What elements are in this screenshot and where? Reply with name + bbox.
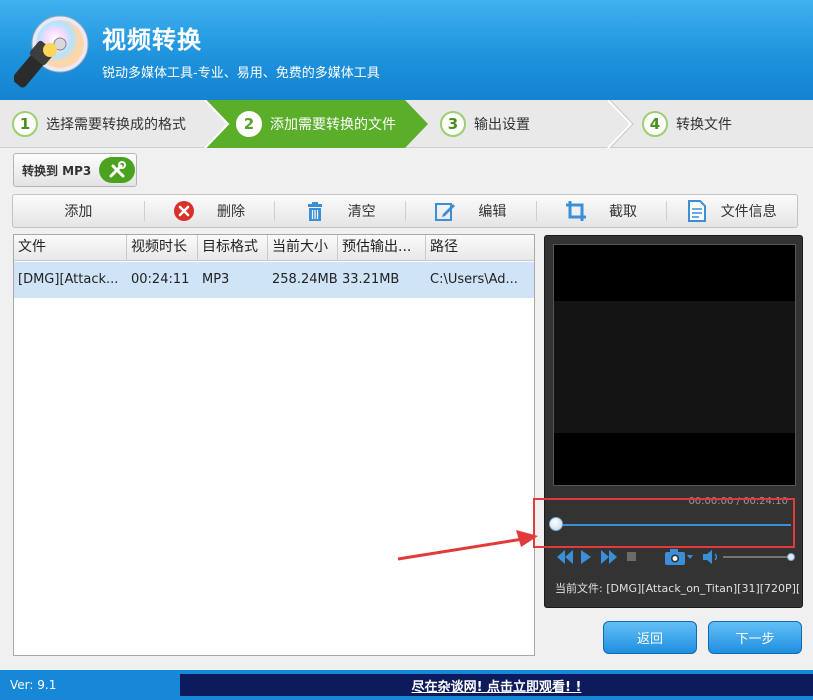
cell-path: C:\Users\Ad... bbox=[430, 272, 518, 287]
column-header[interactable]: 路径 bbox=[426, 235, 534, 260]
step-wizard: 1 选择需要转换成的格式 2 添加需要转换的文件 3 输出设置 4 转换文件 bbox=[0, 100, 813, 148]
current-file-label: 当前文件: bbox=[555, 582, 603, 595]
add-label: 添加 bbox=[64, 204, 93, 220]
add-button[interactable]: 添加 bbox=[13, 195, 144, 227]
volume-handle[interactable] bbox=[787, 553, 795, 561]
annotation-arrow-icon bbox=[397, 530, 538, 561]
crop-icon bbox=[565, 200, 587, 222]
playback-controls bbox=[555, 548, 795, 566]
version-label: Ver: 9.1 bbox=[10, 678, 57, 692]
app-logo-icon bbox=[14, 15, 89, 88]
video-preview-panel: 00:00:00 / 00:24:10 当前文件: [DMG][Attack_o… bbox=[544, 235, 803, 608]
edit-icon bbox=[434, 200, 456, 222]
clear-button[interactable]: 清空 bbox=[274, 195, 405, 227]
status-bar: Ver: 9.1 尽在杂谈网! 点击立即观看! ! bbox=[0, 670, 813, 700]
next-button[interactable]: 下一步 bbox=[708, 621, 802, 654]
ad-link[interactable]: 尽在杂谈网! 点击立即观看! ! bbox=[412, 676, 582, 695]
step-label: 选择需要转换成的格式 bbox=[46, 117, 186, 133]
annotation-highlight bbox=[533, 498, 795, 548]
convert-to-label: 转换到 MP3 bbox=[22, 163, 92, 178]
current-file-name: [DMG][Attack_on_Titan][31][720P][GB bbox=[606, 582, 799, 595]
column-header[interactable]: 视频时长 bbox=[127, 235, 198, 260]
step-number: 2 bbox=[236, 111, 262, 137]
file-info-button[interactable]: 文件信息 bbox=[666, 195, 797, 227]
file-info-label: 文件信息 bbox=[720, 204, 777, 220]
column-header[interactable]: 文件 bbox=[14, 235, 127, 260]
stop-icon[interactable] bbox=[627, 552, 636, 561]
fast-forward-icon[interactable] bbox=[601, 550, 617, 564]
app-header: 视频转换 锐动多媒体工具-专业、易用、免费的多媒体工具 bbox=[0, 0, 813, 100]
delete-button[interactable]: 删除 bbox=[143, 195, 275, 227]
app-title: 视频转换 bbox=[102, 26, 202, 54]
volume-icon[interactable] bbox=[703, 550, 718, 564]
step-label: 转换文件 bbox=[676, 117, 732, 133]
edit-label: 编辑 bbox=[478, 204, 507, 220]
tools-icon bbox=[99, 157, 136, 183]
cell-duration: 00:24:11 bbox=[131, 272, 190, 287]
file-toolbar: 添加 删除 清空 编辑 截取 文件信息 bbox=[12, 194, 798, 228]
ad-banner[interactable]: 尽在杂谈网! 点击立即观看! ! bbox=[180, 674, 813, 696]
convert-to-format-button[interactable]: 转换到 MP3 bbox=[13, 153, 137, 187]
crop-label: 截取 bbox=[609, 204, 638, 220]
trash-icon bbox=[304, 200, 326, 222]
step-3[interactable]: 3 输出设置 bbox=[440, 102, 530, 146]
cell-file: [DMG][Attack... bbox=[18, 272, 119, 287]
crop-button[interactable]: 截取 bbox=[535, 195, 667, 227]
rewind-icon[interactable] bbox=[557, 550, 573, 564]
table-row[interactable]: [DMG][Attack... 00:24:11 MP3 258.24MB 33… bbox=[14, 262, 534, 298]
step-number: 3 bbox=[440, 111, 466, 137]
cell-estimated-output: 33.21MB bbox=[342, 272, 400, 287]
cell-current-size: 258.24MB bbox=[272, 272, 338, 287]
clear-label: 清空 bbox=[347, 204, 376, 220]
edit-button[interactable]: 编辑 bbox=[405, 195, 536, 227]
delete-label: 删除 bbox=[217, 204, 245, 220]
file-list-header: 文件 视频时长 目标格式 当前大小 预估输出... 路径 bbox=[14, 235, 534, 261]
back-button[interactable]: 返回 bbox=[603, 621, 697, 654]
document-icon bbox=[687, 200, 707, 222]
step-label: 输出设置 bbox=[474, 117, 530, 133]
column-header[interactable]: 预估输出... bbox=[338, 235, 426, 260]
file-list: 文件 视频时长 目标格式 当前大小 预估输出... 路径 [DMG][Attac… bbox=[13, 234, 535, 656]
step-1[interactable]: 1 选择需要转换成的格式 bbox=[12, 102, 186, 146]
step-2[interactable]: 2 添加需要转换的文件 bbox=[236, 102, 396, 146]
step-number: 1 bbox=[12, 111, 38, 137]
video-screen bbox=[553, 244, 796, 486]
column-header[interactable]: 当前大小 bbox=[268, 235, 338, 260]
step-4[interactable]: 4 转换文件 bbox=[642, 102, 732, 146]
step-number: 4 bbox=[642, 111, 668, 137]
app-subtitle: 锐动多媒体工具-专业、易用、免费的多媒体工具 bbox=[102, 66, 380, 81]
play-icon[interactable] bbox=[581, 550, 591, 564]
delete-icon bbox=[173, 200, 195, 222]
current-file-info: 当前文件: [DMG][Attack_on_Titan][31][720P][G… bbox=[555, 580, 799, 596]
camera-icon[interactable] bbox=[665, 549, 693, 565]
column-header[interactable]: 目标格式 bbox=[198, 235, 268, 260]
step-label: 添加需要转换的文件 bbox=[270, 117, 396, 133]
cell-target-format: MP3 bbox=[202, 272, 230, 287]
